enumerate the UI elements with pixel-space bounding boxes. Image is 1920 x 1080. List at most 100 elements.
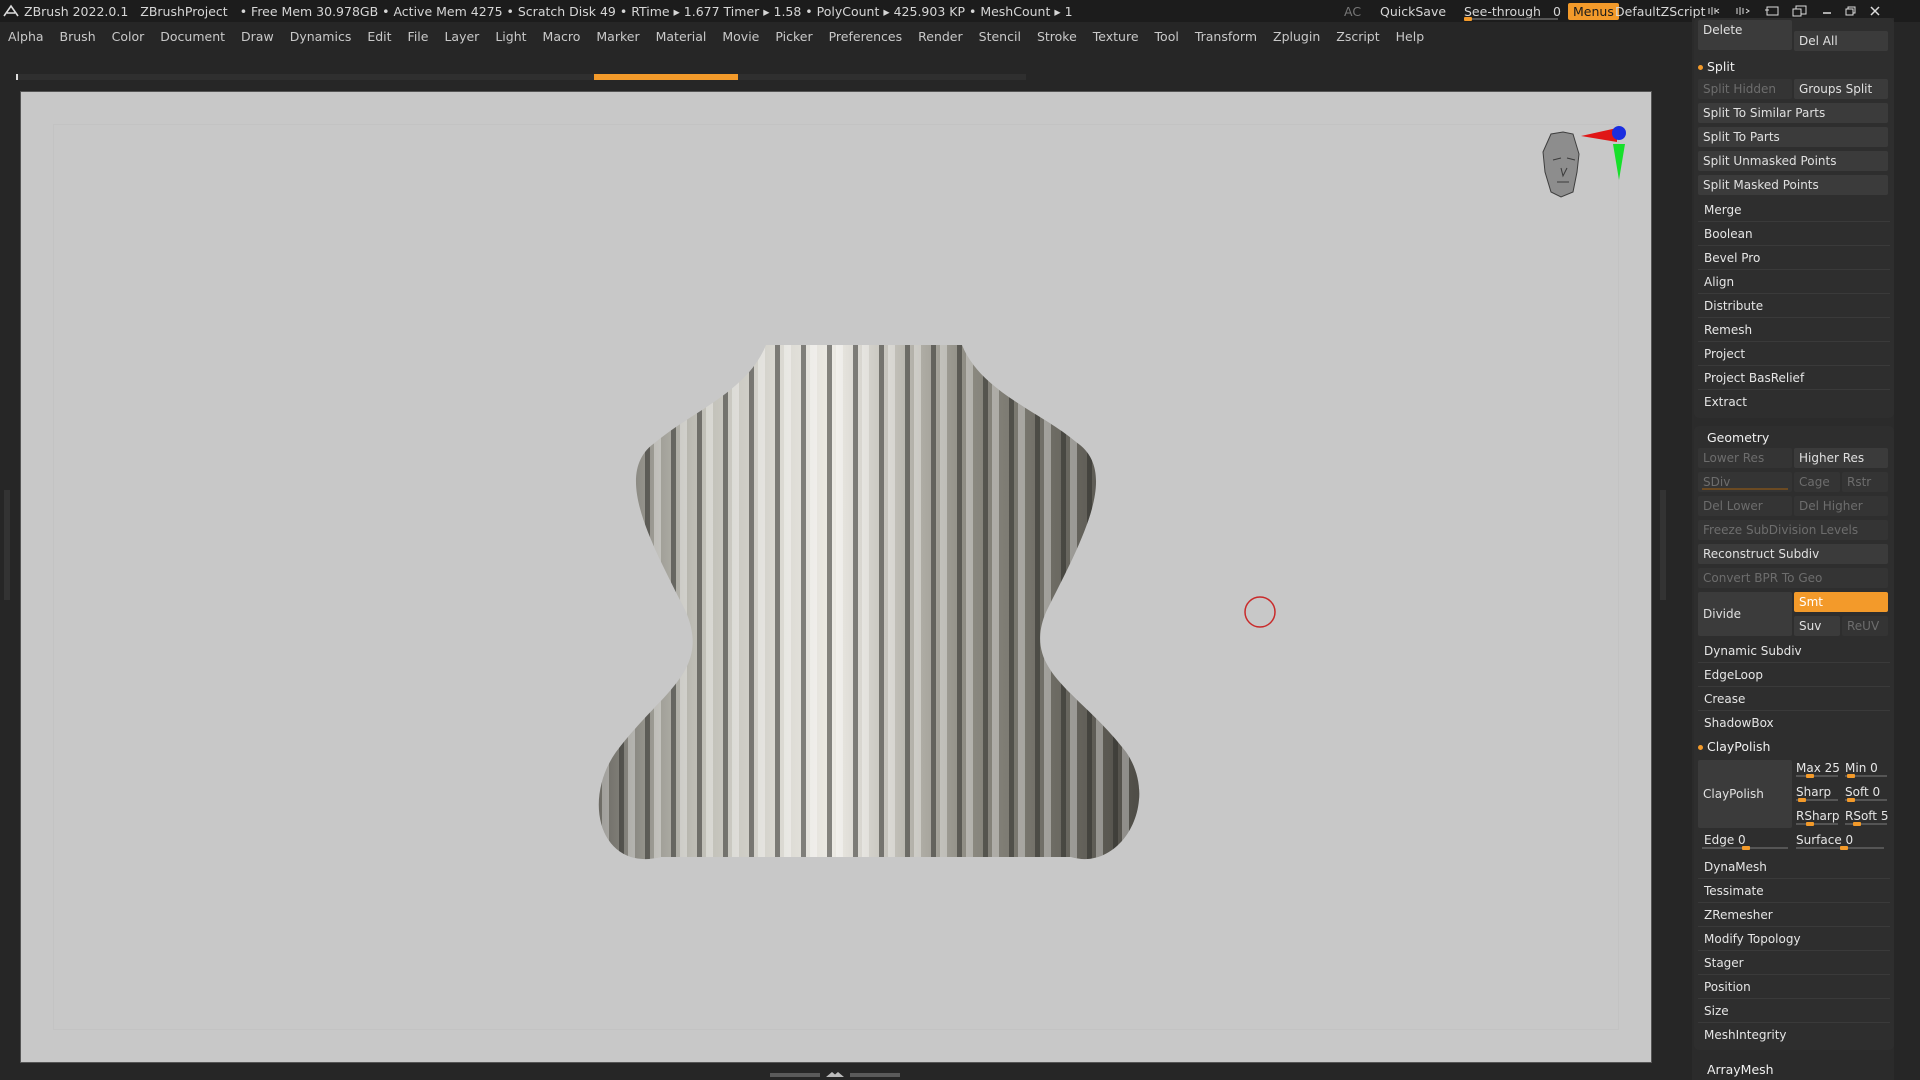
align-subpalette[interactable]: Align	[1698, 272, 1888, 292]
convert-bpr-button[interactable]: Convert BPR To Geo	[1698, 568, 1888, 588]
menu-tool[interactable]: Tool	[1147, 29, 1187, 44]
project-subpalette[interactable]: Project	[1698, 344, 1888, 364]
palette-icon[interactable]	[1764, 4, 1782, 18]
sharp-slider[interactable]: Sharp	[1794, 782, 1842, 802]
menu-texture[interactable]: Texture	[1085, 29, 1147, 44]
sdiv-slider[interactable]: SDiv	[1698, 472, 1792, 492]
extract-subpalette[interactable]: Extract	[1698, 392, 1888, 412]
layout-left-icon[interactable]	[1708, 5, 1726, 17]
menu-macro[interactable]: Macro	[535, 29, 589, 44]
vase-model[interactable]	[21, 92, 1651, 1062]
split-masked-button[interactable]: Split Masked Points	[1698, 175, 1888, 195]
menu-edit[interactable]: Edit	[359, 29, 399, 44]
palette-swap-icon[interactable]	[1792, 4, 1810, 18]
distribute-subpalette[interactable]: Distribute	[1698, 296, 1888, 316]
split-similar-parts-button[interactable]: Split To Similar Parts	[1698, 103, 1888, 123]
menu-alpha[interactable]: Alpha	[0, 29, 52, 44]
bevel-pro-subpalette[interactable]: Bevel Pro	[1698, 248, 1888, 268]
arraymesh-header[interactable]: ArrayMesh	[1707, 1062, 1774, 1077]
size-subpalette[interactable]: Size	[1698, 1001, 1888, 1021]
edge-slider[interactable]: Edge 0	[1698, 830, 1792, 850]
zremesher-subpalette[interactable]: ZRemesher	[1698, 905, 1888, 925]
menu-help[interactable]: Help	[1388, 29, 1433, 44]
right-tray-toggle[interactable]	[1660, 490, 1666, 600]
rsharp-slider[interactable]: RSharp	[1794, 806, 1842, 826]
dynamic-subdiv-subpalette[interactable]: Dynamic Subdiv	[1698, 641, 1888, 661]
soft-slider[interactable]: Soft 0	[1843, 782, 1889, 802]
see-through-slider[interactable]: See-through 0	[1464, 0, 1561, 22]
del-lower-button[interactable]: Del Lower	[1698, 496, 1792, 516]
quicksave-button[interactable]: QuickSave	[1380, 0, 1446, 22]
brush-cursor	[1244, 596, 1276, 628]
higher-res-button[interactable]: Higher Res	[1794, 448, 1888, 468]
suv-toggle[interactable]: Suv	[1794, 616, 1840, 636]
shadowbox-subpalette[interactable]: ShadowBox	[1698, 713, 1888, 733]
dynamesh-subpalette[interactable]: DynaMesh	[1698, 857, 1888, 877]
surface-slider[interactable]: Surface 0	[1794, 830, 1888, 850]
remesh-subpalette[interactable]: Remesh	[1698, 320, 1888, 340]
menu-layer[interactable]: Layer	[436, 29, 487, 44]
layout-right-icon[interactable]	[1736, 5, 1754, 17]
app-version: ZBrush 2022.0.1	[24, 3, 129, 19]
reuv-toggle[interactable]: ReUV	[1842, 616, 1888, 636]
restore-icon[interactable]	[1844, 5, 1858, 17]
cage-button[interactable]: Cage	[1794, 472, 1840, 492]
menu-transform[interactable]: Transform	[1187, 29, 1265, 44]
menu-material[interactable]: Material	[648, 29, 715, 44]
menu-zplugin[interactable]: Zplugin	[1265, 29, 1328, 44]
menu-stroke[interactable]: Stroke	[1029, 29, 1085, 44]
claypolish-button[interactable]: ClayPolish	[1698, 760, 1792, 828]
split-to-parts-button[interactable]: Split To Parts	[1698, 127, 1888, 147]
stager-subpalette[interactable]: Stager	[1698, 953, 1888, 973]
smt-toggle[interactable]: Smt	[1794, 592, 1888, 612]
close-icon[interactable]	[1868, 5, 1882, 17]
reconstruct-subdiv-button[interactable]: Reconstruct Subdiv	[1698, 544, 1888, 564]
project-basrelief-subpalette[interactable]: Project BasRelief	[1698, 368, 1888, 388]
zbrush-logo-icon	[3, 4, 19, 17]
menu-brush[interactable]: Brush	[52, 29, 104, 44]
menu-marker[interactable]: Marker	[588, 29, 647, 44]
split-header[interactable]: Split	[1698, 59, 1735, 74]
max-slider[interactable]: Max 25	[1794, 758, 1842, 778]
geometry-header[interactable]: Geometry	[1707, 430, 1769, 445]
canvas-viewport[interactable]	[20, 91, 1652, 1063]
boolean-subpalette[interactable]: Boolean	[1698, 224, 1888, 244]
navigation-gizmo-icon[interactable]	[1521, 112, 1631, 232]
modify-topology-subpalette[interactable]: Modify Topology	[1698, 929, 1888, 949]
divide-button[interactable]: Divide	[1698, 592, 1792, 636]
menu-zscript[interactable]: Zscript	[1328, 29, 1387, 44]
position-subpalette[interactable]: Position	[1698, 977, 1888, 997]
delete-button[interactable]: Delete	[1698, 20, 1792, 50]
menu-light[interactable]: Light	[487, 29, 534, 44]
lower-res-button[interactable]: Lower Res	[1698, 448, 1792, 468]
tessimate-subpalette[interactable]: Tessimate	[1698, 881, 1888, 901]
claypolish-header[interactable]: ClayPolish	[1698, 739, 1770, 754]
meshintegrity-subpalette[interactable]: MeshIntegrity	[1698, 1025, 1888, 1045]
del-higher-button[interactable]: Del Higher	[1794, 496, 1888, 516]
bottom-tray-toggle-icon[interactable]	[770, 1071, 900, 1079]
groups-split-button[interactable]: Groups Split	[1794, 79, 1888, 99]
menu-color[interactable]: Color	[104, 29, 153, 44]
menus-toggle-button[interactable]: Menus	[1568, 2, 1619, 20]
menu-movie[interactable]: Movie	[714, 29, 767, 44]
menu-file[interactable]: File	[400, 29, 437, 44]
menu-picker[interactable]: Picker	[767, 29, 820, 44]
left-tray-toggle[interactable]	[4, 490, 10, 600]
menu-dynamics[interactable]: Dynamics	[282, 29, 360, 44]
min-slider[interactable]: Min 0	[1843, 758, 1889, 778]
del-all-button[interactable]: Del All	[1794, 31, 1888, 51]
minimize-icon[interactable]	[1820, 5, 1834, 17]
crease-subpalette[interactable]: Crease	[1698, 689, 1888, 709]
split-hidden-button[interactable]: Split Hidden	[1698, 79, 1792, 99]
split-unmasked-button[interactable]: Split Unmasked Points	[1698, 151, 1888, 171]
menu-document[interactable]: Document	[152, 29, 233, 44]
menu-stencil[interactable]: Stencil	[971, 29, 1029, 44]
menu-draw[interactable]: Draw	[233, 29, 282, 44]
merge-subpalette[interactable]: Merge	[1698, 200, 1888, 220]
freeze-subdivision-button[interactable]: Freeze SubDivision Levels	[1698, 520, 1888, 540]
edgeloop-subpalette[interactable]: EdgeLoop	[1698, 665, 1888, 685]
rsoft-slider[interactable]: RSoft 5	[1843, 806, 1889, 826]
rstr-button[interactable]: Rstr	[1842, 472, 1888, 492]
menu-preferences[interactable]: Preferences	[821, 29, 911, 44]
menu-render[interactable]: Render	[910, 29, 971, 44]
